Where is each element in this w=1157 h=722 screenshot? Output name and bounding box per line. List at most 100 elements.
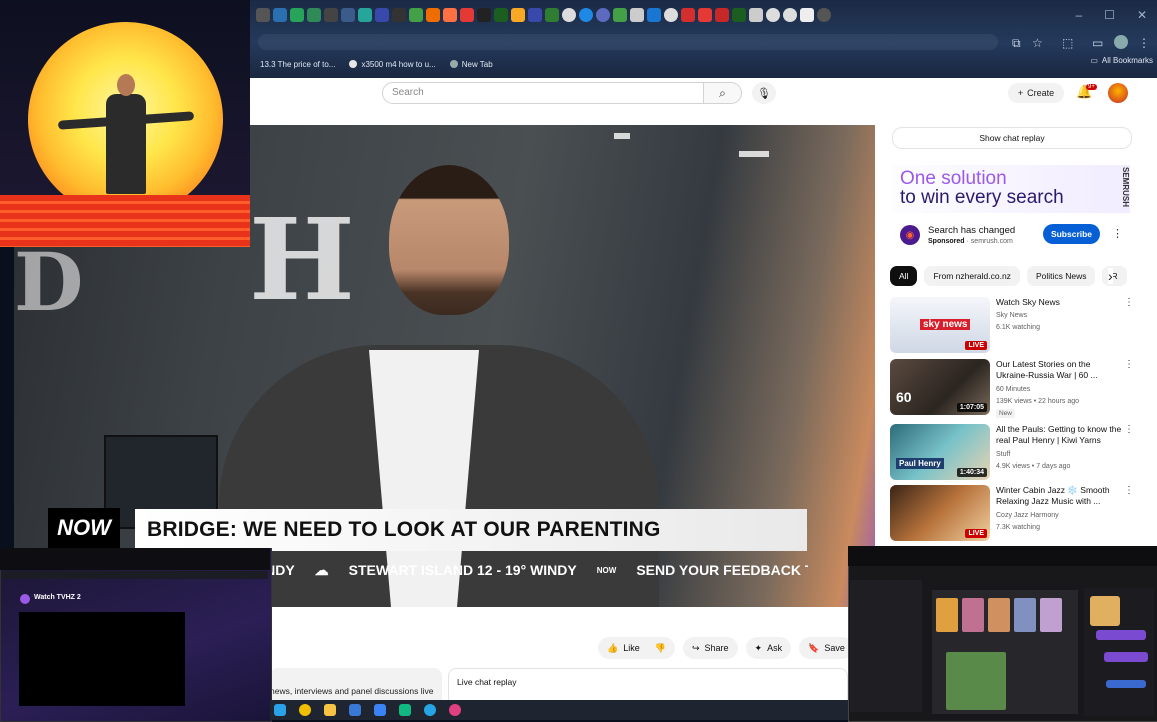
- tab-favicon-icon[interactable]: [715, 8, 729, 22]
- more-options-icon[interactable]: ⋮: [1124, 297, 1134, 308]
- chip-politics[interactable]: Politics News: [1026, 266, 1096, 286]
- more-options-icon[interactable]: ⋮: [1112, 227, 1123, 240]
- tab-favicon-icon[interactable]: [477, 8, 491, 22]
- list-item[interactable]: LIVE Winter Cabin Jazz ❄️ Smooth Relaxin…: [890, 485, 1140, 543]
- save-button[interactable]: 🔖 Save: [799, 637, 854, 659]
- channel-name[interactable]: Stuff: [996, 451, 1010, 458]
- tab-favicon-icon[interactable]: [545, 8, 559, 22]
- minimize-icon[interactable]: –: [1075, 8, 1082, 22]
- chip-source[interactable]: From nzherald.co.nz: [924, 266, 1020, 286]
- tab-favicon-icon[interactable]: [426, 8, 440, 22]
- tab-favicon-icon[interactable]: [392, 8, 406, 22]
- more-options-icon[interactable]: ⋮: [1124, 359, 1134, 370]
- tab-favicon-icon[interactable]: [783, 8, 797, 22]
- account-avatar[interactable]: [1108, 83, 1128, 103]
- tab-favicon-icon[interactable]: [341, 8, 355, 22]
- address-bar[interactable]: [258, 34, 998, 50]
- video-thumbnail[interactable]: sky news LIVE: [890, 297, 990, 353]
- app-icon[interactable]: [449, 704, 461, 716]
- ask-button[interactable]: ✦ Ask: [745, 637, 792, 659]
- video-title[interactable]: All the Pauls: Getting to know the real …: [996, 424, 1124, 446]
- tab-favicon-icon[interactable]: [596, 8, 610, 22]
- bookmark-item[interactable]: 13.3 The price of to...: [260, 60, 335, 69]
- tab-favicon-icon[interactable]: [307, 8, 321, 22]
- more-options-icon[interactable]: ⋮: [1124, 424, 1134, 435]
- like-button[interactable]: 👍 Like 👎: [598, 637, 675, 659]
- tab-favicon-icon[interactable]: [290, 8, 304, 22]
- app-icon[interactable]: [399, 704, 411, 716]
- thumbs-down-icon[interactable]: 👎: [655, 643, 666, 654]
- tab-favicon-icon[interactable]: [358, 8, 372, 22]
- bookmark-item[interactable]: New Tab: [449, 60, 493, 69]
- calendar-icon[interactable]: [349, 704, 361, 716]
- tab-strip[interactable]: [256, 8, 831, 26]
- tab-favicon-icon[interactable]: [273, 8, 287, 22]
- chrome-icon[interactable]: [299, 704, 311, 716]
- video-title[interactable]: Our Latest Stories on the Ukraine-Russia…: [996, 359, 1124, 381]
- video-thumbnail[interactable]: Paul Henry 1:40:34: [890, 424, 990, 480]
- tab-favicon-icon[interactable]: [409, 8, 423, 22]
- list-item[interactable]: sky news LIVE Watch Sky News Sky News 6.…: [890, 297, 1140, 355]
- chevron-right-icon[interactable]: ›: [1108, 268, 1113, 284]
- video-thumbnail[interactable]: 60 1:07:05: [890, 359, 990, 415]
- tab-favicon-icon[interactable]: [494, 8, 508, 22]
- all-bookmarks[interactable]: ▭ All Bookmarks: [1090, 56, 1153, 65]
- tab-favicon-icon[interactable]: [630, 8, 644, 22]
- video-title[interactable]: Winter Cabin Jazz ❄️ Smooth Relaxing Jaz…: [996, 485, 1124, 507]
- create-button[interactable]: + Create: [1008, 83, 1064, 103]
- tab-favicon-icon[interactable]: [443, 8, 457, 22]
- tab-favicon-icon[interactable]: [613, 8, 627, 22]
- pip-thumbnail[interactable]: [936, 598, 958, 632]
- pip-thumbnail[interactable]: [946, 652, 1006, 710]
- telegram-icon[interactable]: [424, 704, 436, 716]
- mail-icon[interactable]: [374, 704, 386, 716]
- cast-icon[interactable]: ⧉: [1012, 36, 1021, 51]
- channel-name[interactable]: 60 Minutes: [996, 386, 1030, 393]
- list-item[interactable]: 60 1:07:05 Our Latest Stories on the Ukr…: [890, 359, 1140, 418]
- pip-thumbnail[interactable]: [1040, 598, 1062, 632]
- app-icon[interactable]: [274, 704, 286, 716]
- search-input[interactable]: Search: [382, 82, 704, 104]
- tab-favicon-icon[interactable]: [528, 8, 542, 22]
- tab-favicon-icon[interactable]: [817, 8, 831, 22]
- show-chat-replay-button[interactable]: Show chat replay: [892, 127, 1132, 149]
- tab-favicon-icon[interactable]: [511, 8, 525, 22]
- more-options-icon[interactable]: ⋮: [1124, 485, 1134, 496]
- pip-thumbnail[interactable]: [988, 598, 1010, 632]
- maximize-icon[interactable]: ☐: [1104, 8, 1115, 22]
- tab-favicon-icon[interactable]: [681, 8, 695, 22]
- chip-more[interactable]: R: [1102, 266, 1127, 286]
- tab-favicon-icon[interactable]: [749, 8, 763, 22]
- video-thumbnail[interactable]: LIVE: [890, 485, 990, 541]
- channel-name[interactable]: Sky News: [996, 312, 1027, 319]
- video-title[interactable]: Watch Sky News: [996, 297, 1124, 308]
- tab-favicon-icon[interactable]: [732, 8, 746, 22]
- channel-name[interactable]: Cozy Jazz Harmony: [996, 512, 1059, 519]
- pip-thumbnail[interactable]: [1014, 598, 1036, 632]
- tab-favicon-icon[interactable]: [664, 8, 678, 22]
- menu-icon[interactable]: ⋮: [1138, 36, 1150, 50]
- tab-favicon-icon[interactable]: [766, 8, 780, 22]
- search-button[interactable]: ⌕: [704, 82, 742, 104]
- voice-search-button[interactable]: 🎙: [752, 82, 776, 104]
- tab-favicon-icon[interactable]: [579, 8, 593, 22]
- tab-favicon-icon[interactable]: [324, 8, 338, 22]
- chip-all[interactable]: All: [890, 266, 918, 286]
- bookmark-item[interactable]: x3500 m4 how to u...: [349, 60, 436, 69]
- tab-favicon-icon[interactable]: [375, 8, 389, 22]
- extensions-icon[interactable]: ⬚: [1062, 36, 1073, 50]
- star-icon[interactable]: ☆: [1032, 36, 1043, 50]
- share-button[interactable]: ↪ Share: [682, 637, 738, 659]
- tab-favicon-icon[interactable]: [256, 8, 270, 22]
- subscribe-button[interactable]: Subscribe: [1043, 224, 1100, 244]
- tab-favicon-icon[interactable]: [698, 8, 712, 22]
- pip-video-area[interactable]: [19, 612, 185, 706]
- profile-avatar[interactable]: [1114, 35, 1128, 49]
- folder-icon[interactable]: [324, 704, 336, 716]
- tab-favicon-icon[interactable]: [800, 8, 814, 22]
- pip-thumbnail[interactable]: [962, 598, 984, 632]
- list-item[interactable]: Paul Henry 1:40:34 All the Pauls: Gettin…: [890, 424, 1140, 482]
- sidebar-icon[interactable]: ▭: [1092, 36, 1103, 50]
- tab-favicon-icon[interactable]: [562, 8, 576, 22]
- tab-favicon-icon[interactable]: [647, 8, 661, 22]
